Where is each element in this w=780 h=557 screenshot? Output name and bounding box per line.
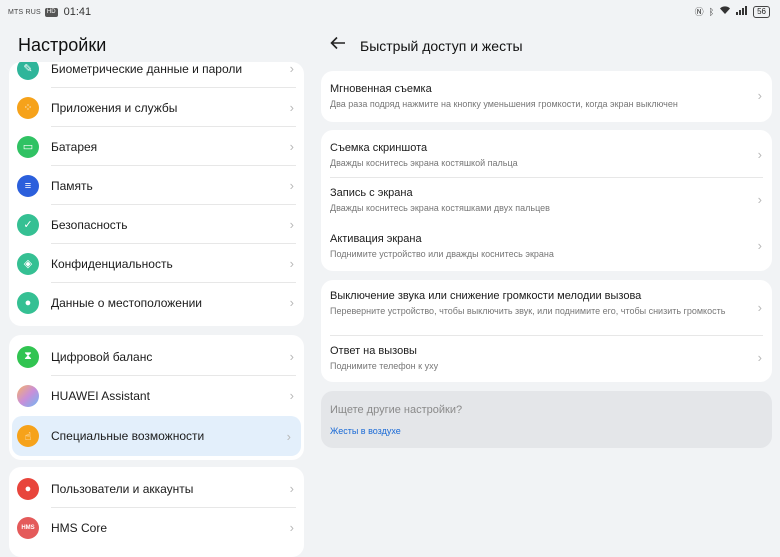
gesture-item-title: Ответ на вызовы: [330, 345, 417, 357]
settings-item-accessibility[interactable]: ☝ Специальные возможности ›: [12, 416, 301, 456]
gesture-item-screenshot[interactable]: Съемка скриншота Дважды коснитесь экрана…: [321, 130, 772, 178]
chevron-right-icon: ›: [757, 350, 762, 365]
chevron-right-icon: ›: [286, 428, 291, 444]
detail-header: Быстрый доступ и жесты: [330, 36, 523, 55]
suggestion-card: Ищете другие настройки? Жесты в воздухе: [321, 391, 772, 448]
settings-item-digital-balance[interactable]: ⧗ Цифровой баланс ›: [9, 337, 304, 376]
hand-icon: ☝: [17, 425, 39, 447]
chevron-right-icon: ›: [289, 217, 294, 232]
detail-title: Быстрый доступ и жесты: [360, 37, 523, 54]
settings-item-label: Данные о местоположении: [51, 295, 202, 310]
network-badge: HD: [44, 7, 58, 17]
gesture-item-subtitle: Переверните устройство, чтобы выключить …: [330, 306, 726, 316]
gesture-item-screen-record[interactable]: Запись с экрана Дважды коснитесь экрана …: [321, 178, 772, 223]
settings-item-privacy[interactable]: ◈ Конфиденциальность ›: [9, 244, 304, 283]
carrier-name: MTS RUS: [8, 8, 41, 16]
user-icon: ●: [17, 477, 39, 500]
gesture-item-subtitle: Поднимите устройство или дважды коснитес…: [330, 249, 554, 259]
apps-icon: ⁘: [17, 96, 39, 119]
settings-item-label: Конфиденциальность: [51, 256, 173, 271]
wifi-icon: [719, 5, 731, 18]
chevron-right-icon: ›: [289, 139, 294, 154]
chevron-right-icon: ›: [289, 178, 294, 193]
battery-indicator: 56: [753, 5, 770, 18]
gesture-item-subtitle: Поднимите телефон к уху: [330, 361, 439, 371]
storage-icon: ≡: [17, 174, 39, 197]
nfc-icon: Ⓝ: [694, 6, 704, 17]
settings-group-1: ✎ Биометрические данные и пароли › ⁘ При…: [9, 62, 304, 326]
settings-item-label: Батарея: [51, 139, 98, 154]
settings-item-label: Приложения и службы: [51, 100, 178, 115]
bluetooth-icon: ᛒ: [708, 6, 715, 17]
shield-icon: ✓: [17, 213, 39, 236]
settings-item-users[interactable]: ● Пользователи и аккаунты ›: [9, 469, 304, 508]
air-gestures-link[interactable]: Жесты в воздухе: [330, 426, 401, 436]
gesture-card-2: Съемка скриншота Дважды коснитесь экрана…: [321, 130, 772, 271]
gesture-item-title: Запись с экрана: [330, 187, 413, 199]
chevron-right-icon: ›: [757, 88, 762, 103]
gesture-item-title: Активация экрана: [330, 233, 422, 245]
back-arrow-icon[interactable]: [330, 36, 346, 55]
settings-group-2: ⧗ Цифровой баланс › HUAWEI Assistant › ☝…: [9, 335, 304, 460]
settings-item-label: Цифровой баланс: [51, 349, 153, 364]
gesture-item-mute-ringtone[interactable]: Выключение звука или снижение громкости …: [321, 280, 772, 336]
status-bar: MTS RUS HD 01:41 Ⓝ ᛒ 56: [0, 0, 780, 26]
chevron-right-icon: ›: [757, 238, 762, 253]
gesture-item-subtitle: Дважды коснитесь экрана костяшками двух …: [330, 203, 550, 213]
assistant-icon: [17, 384, 39, 407]
gesture-card-1: Мгновенная съемка Два раза подряд нажмит…: [321, 71, 772, 122]
chevron-right-icon: ›: [757, 147, 762, 162]
battery-icon: ▭: [17, 135, 39, 158]
settings-item-label: Память: [51, 178, 93, 193]
suggestion-question: Ищете другие настройки?: [330, 404, 463, 416]
chevron-right-icon: ›: [289, 295, 294, 310]
settings-item-biometric[interactable]: ✎ Биометрические данные и пароли ›: [9, 62, 304, 88]
gesture-item-answer-call[interactable]: Ответ на вызовы Поднимите телефон к уху …: [321, 336, 772, 380]
settings-item-label: Биометрические данные и пароли: [51, 62, 243, 76]
gesture-item-wake-screen[interactable]: Активация экрана Поднимите устройство ил…: [321, 223, 772, 269]
settings-group-3: ● Пользователи и аккаунты › HMS HMS Core…: [9, 467, 304, 557]
settings-item-location[interactable]: ● Данные о местоположении ›: [9, 283, 304, 322]
signal-icon: [736, 5, 748, 18]
status-time: 01:41: [63, 6, 92, 18]
page-title: Настройки: [18, 35, 107, 55]
settings-item-storage[interactable]: ≡ Память ›: [9, 166, 304, 205]
settings-item-label: HUAWEI Assistant: [51, 388, 150, 403]
settings-item-apps[interactable]: ⁘ Приложения и службы ›: [9, 88, 304, 127]
settings-item-huawei-assistant[interactable]: HUAWEI Assistant ›: [9, 376, 304, 415]
chevron-right-icon: ›: [757, 192, 762, 207]
settings-item-security[interactable]: ✓ Безопасность ›: [9, 205, 304, 244]
chevron-right-icon: ›: [289, 520, 294, 535]
settings-item-label: Пользователи и аккаунты: [51, 481, 194, 496]
chevron-right-icon: ›: [289, 481, 294, 496]
location-icon: ●: [17, 291, 39, 314]
settings-item-label: Безопасность: [51, 217, 128, 232]
privacy-icon: ◈: [17, 252, 39, 275]
gesture-item-title: Съемка скриншота: [330, 142, 428, 154]
chevron-right-icon: ›: [289, 388, 294, 403]
hourglass-icon: ⧗: [17, 345, 39, 368]
biometric-icon: ✎: [17, 62, 39, 80]
chevron-right-icon: ›: [757, 300, 762, 315]
settings-item-label: HMS Core: [51, 520, 108, 535]
settings-item-hms-core[interactable]: HMS HMS Core ›: [9, 508, 304, 547]
chevron-right-icon: ›: [289, 62, 294, 76]
gesture-item-title: Выключение звука или снижение громкости …: [330, 290, 642, 302]
gesture-item-quick-snapshot[interactable]: Мгновенная съемка Два раза подряд нажмит…: [321, 71, 772, 122]
hms-core-icon: HMS: [17, 516, 39, 539]
gesture-item-subtitle: Два раза подряд нажмите на кнопку уменьш…: [330, 99, 678, 109]
gesture-item-title: Мгновенная съемка: [330, 83, 432, 95]
settings-item-label: Специальные возможности: [51, 429, 205, 443]
chevron-right-icon: ›: [289, 349, 294, 364]
gesture-item-subtitle: Дважды коснитесь экрана костяшкой пальца: [330, 158, 518, 168]
settings-item-battery[interactable]: ▭ Батарея ›: [9, 127, 304, 166]
chevron-right-icon: ›: [289, 100, 294, 115]
gesture-card-3: Выключение звука или снижение громкости …: [321, 280, 772, 382]
chevron-right-icon: ›: [289, 256, 294, 271]
